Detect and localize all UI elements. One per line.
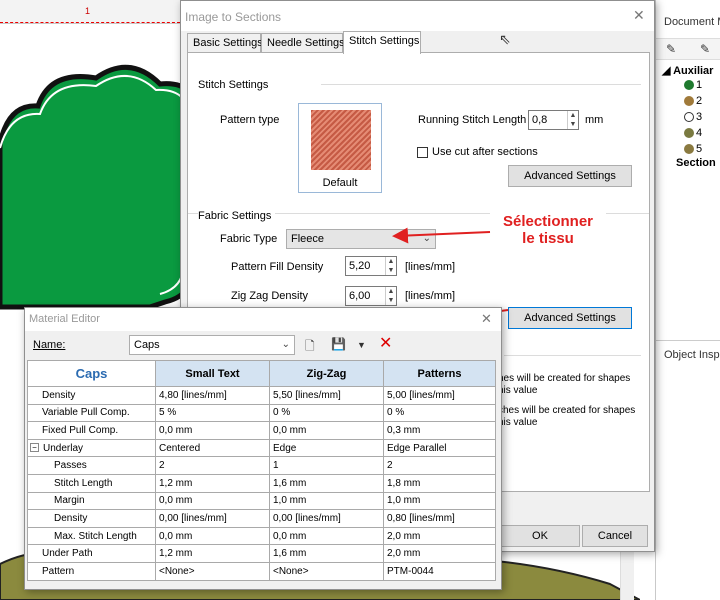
grid-cell[interactable]: 1,2 mm	[155, 473, 270, 493]
grid-cell[interactable]: 1,2 mm	[155, 544, 270, 563]
delete-icon[interactable]: ✕	[379, 333, 392, 353]
table-row: Fixed Pull Comp. 0,0 mm 0,0 mm 0,3 mm	[27, 421, 496, 440]
table-row: − Underlay Centered Edge Edge Parallel	[27, 438, 496, 458]
grid-cell[interactable]: 0,00 [lines/mm]	[155, 509, 270, 528]
material-grid: Caps Small Text Zig-Zag Patterns Density…	[27, 360, 496, 581]
table-row: Stitch Length 1,2 mm 1,6 mm 1,8 mm	[27, 473, 496, 493]
grid-cell[interactable]: 5,50 [lines/mm]	[269, 386, 384, 405]
row-label: Margin	[27, 491, 156, 511]
grid-cell[interactable]: PTM-0044	[383, 561, 496, 581]
grid-cell[interactable]: 4,80 [lines/mm]	[155, 386, 270, 405]
grid-cell[interactable]: 2	[383, 456, 496, 475]
grid-cell[interactable]: <None>	[155, 561, 270, 581]
chevron-down-icon: ⌄	[281, 339, 290, 350]
chevron-down-icon[interactable]: ▼	[357, 340, 366, 350]
row-label: Pattern	[27, 561, 156, 581]
grid-header-row: Caps Small Text Zig-Zag Patterns	[27, 360, 496, 387]
grid-cell[interactable]: 2	[155, 456, 270, 475]
grid-cell[interactable]: Edge	[269, 438, 384, 458]
column-header[interactable]: Patterns	[383, 360, 496, 387]
row-label: Density	[27, 509, 156, 528]
table-row: Passes 2 1 2	[27, 456, 496, 475]
tab-stitch-settings[interactable]: Stitch Settings	[343, 31, 421, 54]
table-row: Max. Stitch Length 0,0 mm 0,0 mm 2,0 mm	[27, 526, 496, 546]
row-label: Density	[27, 386, 156, 405]
table-row: Density 0,00 [lines/mm] 0,00 [lines/mm] …	[27, 509, 496, 528]
table-row: Under Path 1,2 mm 1,6 mm 2,0 mm	[27, 544, 496, 563]
grid-cell[interactable]: 0,0 mm	[155, 491, 270, 511]
grid-corner-title: Caps	[27, 360, 156, 387]
grid-cell[interactable]: 5 %	[155, 403, 270, 423]
grid-cell[interactable]: 0 %	[269, 403, 384, 423]
material-editor-dialog: Material Editor ✕ Name: Caps ⌄ 🗋 💾 ▼ ✕ C…	[24, 307, 502, 590]
material-name-select[interactable]: Caps ⌄	[129, 335, 295, 355]
row-label-group[interactable]: − Underlay	[27, 438, 156, 458]
row-label: Under Path	[27, 544, 156, 563]
arrow-to-fabric-type	[392, 227, 491, 244]
column-header[interactable]: Zig-Zag	[269, 360, 384, 387]
table-row: Density 4,80 [lines/mm] 5,50 [lines/mm] …	[27, 386, 496, 405]
grid-cell[interactable]: 1,8 mm	[383, 473, 496, 493]
row-label: Passes	[27, 456, 156, 475]
grid-cell[interactable]: 1,6 mm	[269, 473, 384, 493]
grid-cell[interactable]: 0,00 [lines/mm]	[269, 509, 384, 528]
save-icon[interactable]: 💾	[331, 337, 346, 351]
name-label: Name:	[33, 339, 66, 351]
grid-cell[interactable]: 2,0 mm	[383, 544, 496, 563]
grid-cell[interactable]: 1,0 mm	[383, 491, 496, 511]
table-row: Pattern <None> <None> PTM-0044	[27, 561, 496, 581]
row-label: Fixed Pull Comp.	[27, 421, 156, 440]
table-row: Variable Pull Comp. 5 % 0 % 0 %	[27, 403, 496, 423]
grid-cell[interactable]: 0 %	[383, 403, 496, 423]
material-toolbar: Name: Caps ⌄ 🗋 💾 ▼ ✕	[25, 331, 501, 357]
row-label: Stitch Length	[27, 473, 156, 493]
grid-cell[interactable]: Centered	[155, 438, 270, 458]
row-label: Max. Stitch Length	[27, 526, 156, 546]
grid-cell[interactable]: 0,80 [lines/mm]	[383, 509, 496, 528]
grid-cell[interactable]: 1	[269, 456, 384, 475]
grid-cell[interactable]: 1,0 mm	[269, 491, 384, 511]
column-header[interactable]: Small Text	[155, 360, 270, 387]
close-icon[interactable]: ✕	[481, 311, 492, 327]
grid-cell[interactable]: Edge Parallel	[383, 438, 496, 458]
grid-cell[interactable]: 0,0 mm	[155, 421, 270, 440]
grid-cell[interactable]: 0,0 mm	[155, 526, 270, 546]
row-label: Variable Pull Comp.	[27, 403, 156, 423]
new-file-icon[interactable]: 🗋	[305, 337, 315, 358]
grid-cell[interactable]: <None>	[269, 561, 384, 581]
grid-cell[interactable]: 5,00 [lines/mm]	[383, 386, 496, 405]
dialog-title: Material Editor	[29, 313, 100, 325]
collapse-icon[interactable]: −	[30, 443, 39, 453]
grid-cell[interactable]: 1,6 mm	[269, 544, 384, 563]
grid-cell[interactable]: 0,3 mm	[383, 421, 496, 440]
grid-cell[interactable]: 0,0 mm	[269, 526, 384, 546]
grid-cell[interactable]: 0,0 mm	[269, 421, 384, 440]
grid-cell[interactable]: 2,0 mm	[383, 526, 496, 546]
dialog-titlebar: Material Editor ✕	[25, 308, 501, 331]
table-row: Margin 0,0 mm 1,0 mm 1,0 mm	[27, 491, 496, 511]
